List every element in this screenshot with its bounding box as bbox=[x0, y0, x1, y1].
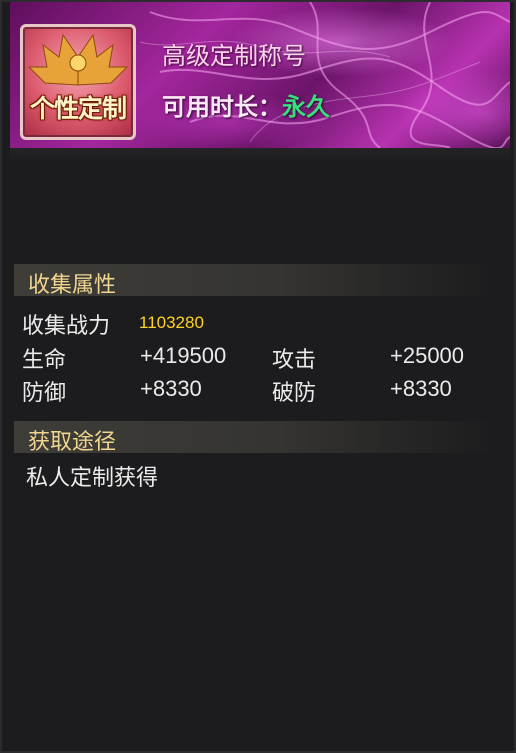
duration-label: 可用时长： bbox=[162, 92, 282, 121]
title-badge-icon: 个性定制 bbox=[20, 24, 136, 140]
stat-value-armor-break: +8330 bbox=[390, 376, 452, 401]
stat-label-attack: 攻击 bbox=[272, 348, 317, 373]
badge-label: 个性定制 bbox=[29, 94, 127, 123]
power-label: 收集战力 bbox=[22, 314, 111, 339]
stat-label-armor-break: 破防 bbox=[272, 381, 317, 406]
duration-value: 永久 bbox=[282, 92, 330, 121]
stat-label-defense: 防御 bbox=[22, 381, 67, 406]
collection-section-header: 收集属性 bbox=[14, 264, 494, 298]
stat-value-attack: +25000 bbox=[390, 343, 465, 368]
title-name: 高级定制称号 bbox=[162, 42, 306, 70]
title-info-panel: 个性定制 高级定制称号 可用时长：永久 收集属性 收集战力 1103280 生命… bbox=[0, 0, 516, 753]
source-text: 私人定制获得 bbox=[26, 466, 159, 491]
stat-value-defense: +8330 bbox=[140, 376, 202, 401]
collection-section-title: 收集属性 bbox=[28, 273, 117, 298]
title-header: 个性定制 高级定制称号 可用时长：永久 bbox=[10, 2, 510, 148]
source-section-header: 获取途径 bbox=[14, 421, 494, 455]
stat-label-hp: 生命 bbox=[22, 348, 67, 373]
power-value: 1103280 bbox=[139, 313, 204, 332]
duration: 可用时长：永久 bbox=[162, 87, 330, 122]
source-section-title: 获取途径 bbox=[28, 430, 117, 455]
stat-value-hp: +419500 bbox=[140, 343, 227, 368]
header-divider bbox=[10, 148, 510, 162]
